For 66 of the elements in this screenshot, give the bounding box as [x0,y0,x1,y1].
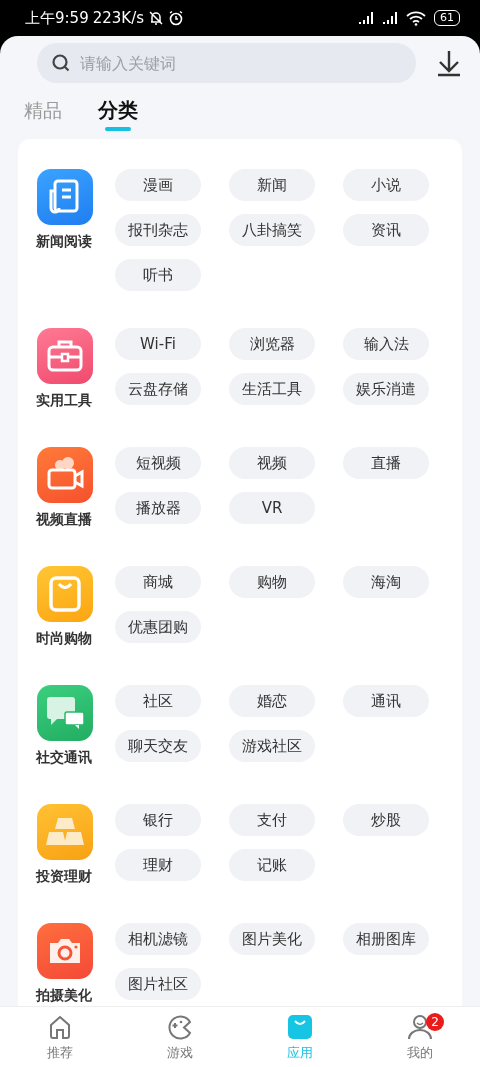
category-tag[interactable]: 记账 [229,849,315,881]
category-title: 拍摄美化 [36,987,92,1005]
category-tag[interactable]: 优惠团购 [115,611,201,643]
category-tag[interactable]: 图片美化 [229,923,315,955]
category-tag[interactable]: 海淘 [343,566,429,598]
category-tag[interactable]: 商城 [115,566,201,598]
category-tag[interactable]: 资讯 [343,214,429,246]
category-tag[interactable]: 理财 [115,849,201,881]
nav-tab[interactable]: 推荐 [0,1007,120,1067]
category-title: 时尚购物 [36,630,92,648]
tab[interactable]: 分类 [98,97,138,131]
pacman-icon [166,1012,194,1041]
network-speed: 223K/s [92,9,145,27]
category-title: 实用工具 [36,392,92,410]
category-tag[interactable]: 通讯 [343,685,429,717]
category-title: 视频直播 [36,511,92,529]
notification-badge: 2 [426,1013,444,1031]
download-icon[interactable] [436,49,462,77]
category-tag[interactable]: 婚恋 [229,685,315,717]
category-tag[interactable]: 银行 [115,804,201,836]
category-tag[interactable]: 游戏社区 [229,730,315,762]
category-tag[interactable]: 娱乐消遣 [343,373,429,405]
category-tag[interactable]: 图片社区 [115,968,201,1000]
category-tag[interactable]: 相册图库 [343,923,429,955]
camcorder-icon [37,447,93,503]
category-tag[interactable]: 社区 [115,685,201,717]
category-tag[interactable]: 炒股 [343,804,429,836]
category-tag[interactable]: VR [229,492,315,524]
category-tag[interactable]: 直播 [343,447,429,479]
category-tag[interactable]: 购物 [229,566,315,598]
nav-tab[interactable]: 游戏 [120,1007,240,1067]
category-title: 新闻阅读 [36,233,92,251]
search-field[interactable]: 请输入关键词 [37,43,416,83]
category-title: 社交通讯 [36,749,92,767]
category-tag[interactable]: 播放器 [115,492,201,524]
category-tag[interactable]: 报刊杂志 [115,214,201,246]
category-tag[interactable]: 生活工具 [229,373,315,405]
category-tag[interactable]: 相机滤镜 [115,923,201,955]
toolbox-icon [37,328,93,384]
camera-icon [37,923,93,979]
bell-off-icon [148,10,165,26]
category-tag[interactable]: 短视频 [115,447,201,479]
newspaper-icon [37,169,93,225]
category-tag[interactable]: 新闻 [229,169,315,201]
category-title: 投资理财 [36,868,92,886]
status-time: 上午9:59 [25,8,89,28]
category-tag[interactable]: Wi-Fi [115,328,201,360]
ingot-icon [37,804,93,860]
battery-indicator: 61 [434,10,460,26]
bag-icon [37,566,93,622]
category-tag[interactable]: 输入法 [343,328,429,360]
alarm-icon [168,10,185,26]
category-tag[interactable]: 浏览器 [229,328,315,360]
chat-icon [37,685,93,741]
category-tag[interactable]: 听书 [115,259,201,291]
category-tag[interactable]: 云盘存储 [115,373,201,405]
category-tag[interactable]: 八卦搞笑 [229,214,315,246]
category-tag[interactable]: 小说 [343,169,429,201]
category-tag[interactable]: 视频 [229,447,315,479]
wifi-icon [406,10,426,26]
bag-icon [286,1012,314,1041]
category-tag[interactable]: 聊天交友 [115,730,201,762]
person-icon [406,1012,434,1041]
category-tag[interactable]: 支付 [229,804,315,836]
nav-tab[interactable]: 我的 2 [360,1007,480,1067]
category-tag[interactable]: 漫画 [115,169,201,201]
